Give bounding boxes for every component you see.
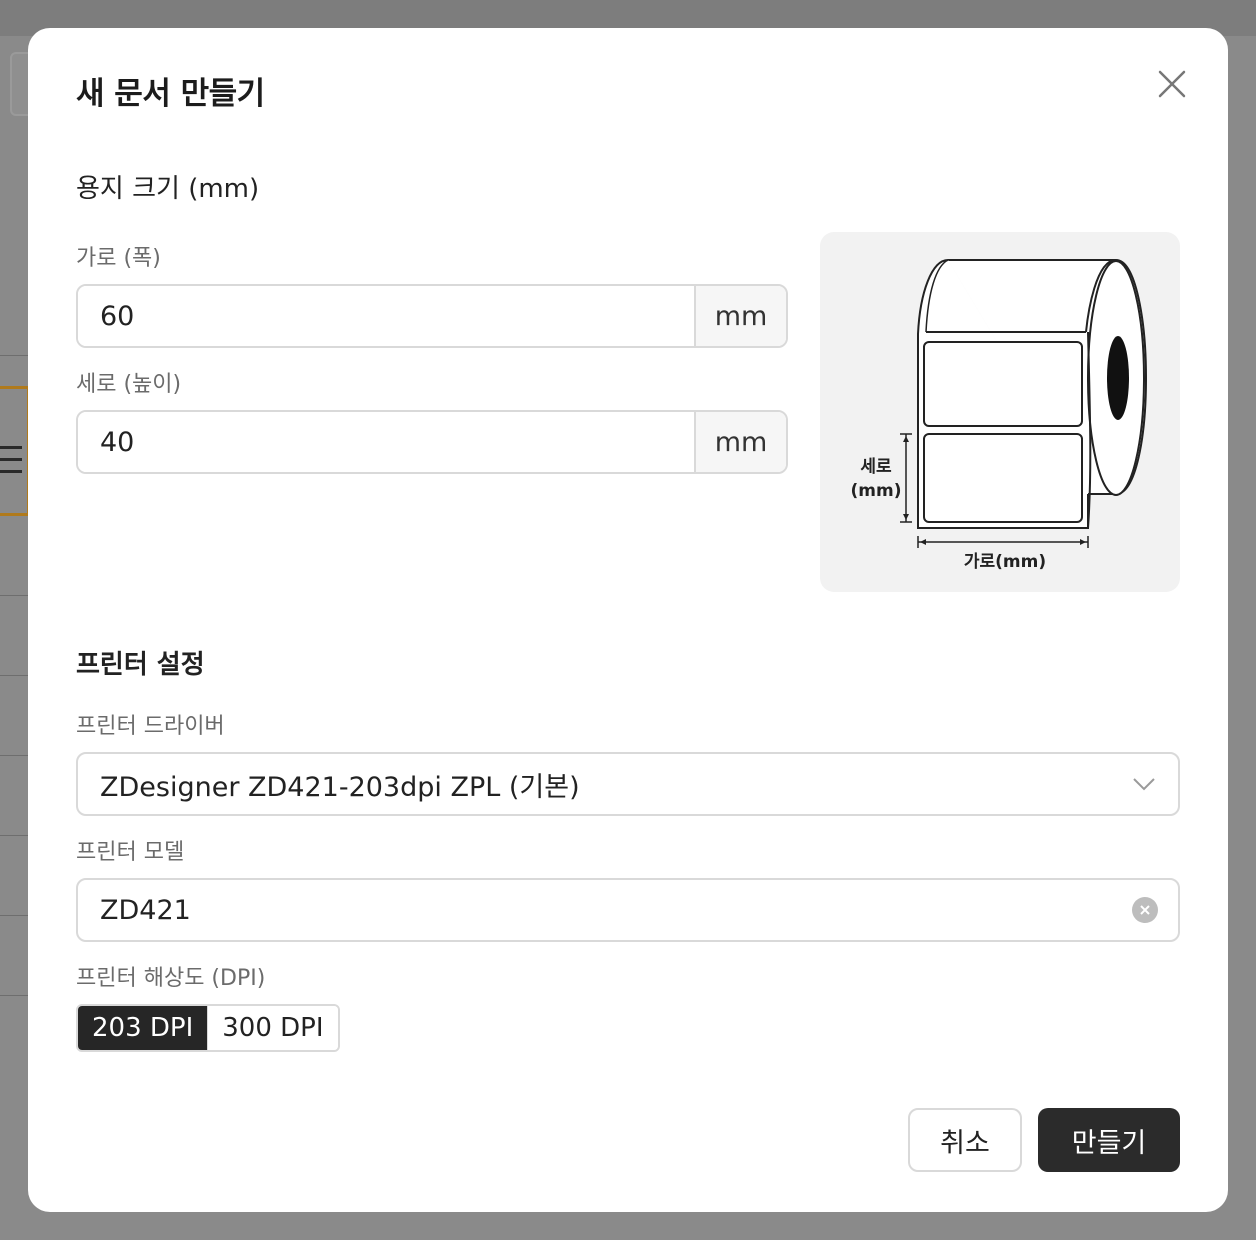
dpi-option-300[interactable]: 300 DPI: [207, 1006, 338, 1050]
background-divider: [0, 995, 30, 996]
preview-height-label-line2: (mm): [851, 481, 902, 501]
background-divider: [0, 835, 30, 836]
close-icon: [1158, 70, 1186, 98]
new-document-dialog: 새 문서 만들기 용지 크기 (mm) 가로 (폭) mm 세로 (높이) mm: [28, 28, 1228, 1212]
preview-label-bottom: [923, 433, 1083, 523]
preview-height-label-line1: 세로: [860, 457, 892, 477]
printer-driver-value: ZDesigner ZD421-203dpi ZPL (기본): [100, 771, 580, 803]
height-unit: mm: [694, 412, 786, 472]
preview-width-label: 가로(mm): [964, 552, 1046, 572]
clear-model-button[interactable]: [1132, 897, 1158, 923]
printer-driver-select[interactable]: ZDesigner ZD421-203dpi ZPL (기본): [76, 752, 1180, 816]
printer-model-label: 프린터 모델: [76, 840, 185, 865]
printer-dpi-label: 프린터 해상도 (DPI): [76, 966, 266, 991]
background-divider: [0, 675, 30, 676]
printer-driver-label: 프린터 드라이버: [76, 714, 225, 739]
width-unit: mm: [694, 286, 786, 346]
height-label: 세로 (높이): [76, 372, 182, 397]
label-roll-preview: 세로 (mm) 가로(mm): [820, 232, 1180, 592]
background-divider: [0, 915, 30, 916]
clear-icon: [1140, 905, 1150, 915]
close-button[interactable]: [1154, 66, 1190, 102]
width-label: 가로 (폭): [76, 246, 161, 271]
background-divider: [0, 595, 30, 596]
dpi-option-203[interactable]: 203 DPI: [78, 1006, 208, 1050]
paper-size-section-title: 용지 크기 (mm): [76, 174, 260, 204]
height-input[interactable]: [78, 412, 694, 472]
chevron-down-icon: [1133, 778, 1155, 791]
label-roll-illustration: 세로 (mm) 가로(mm): [851, 259, 1148, 572]
dialog-title: 새 문서 만들기: [76, 76, 265, 112]
create-button[interactable]: 만들기: [1038, 1108, 1180, 1172]
background-divider: [0, 755, 30, 756]
width-input[interactable]: [78, 286, 694, 346]
height-input-group: mm: [76, 410, 788, 474]
printer-settings-section-title: 프린터 설정: [76, 650, 205, 680]
preview-label-top: [923, 341, 1083, 427]
background-divider: [0, 355, 30, 356]
printer-model-field: [76, 878, 1180, 942]
width-input-group: mm: [76, 284, 788, 348]
cancel-button[interactable]: 취소: [908, 1108, 1022, 1172]
background-menu-icon: [0, 446, 22, 486]
dpi-segmented-control: 203 DPI 300 DPI: [76, 1004, 340, 1052]
printer-model-input[interactable]: [78, 894, 1132, 926]
